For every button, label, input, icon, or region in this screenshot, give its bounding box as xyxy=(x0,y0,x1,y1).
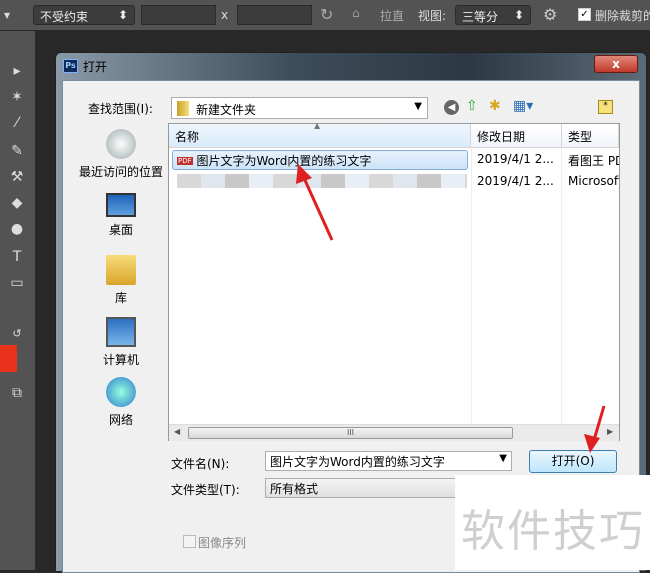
arrow-to-open-button xyxy=(584,405,606,453)
annotation-arrows xyxy=(296,164,606,453)
arrow-to-file xyxy=(296,164,334,241)
